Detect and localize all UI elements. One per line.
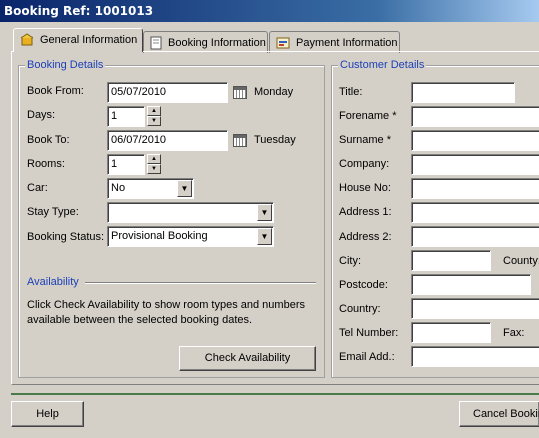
- days-label: Days:: [27, 109, 56, 121]
- spin-up-icon[interactable]: ▲: [147, 106, 161, 116]
- title-label: Title:: [339, 86, 363, 98]
- tab-payment-information[interactable]: Payment Information: [269, 31, 400, 53]
- fax-label: Fax:: [503, 327, 525, 339]
- address1-field[interactable]: [411, 202, 539, 223]
- city-label: City:: [339, 255, 361, 267]
- tel-number-label: Tel Number:: [339, 327, 399, 339]
- surname-field[interactable]: [411, 130, 539, 151]
- postcode-field[interactable]: [411, 274, 531, 295]
- book-to-label: Book To:: [27, 134, 70, 146]
- availability-divider: [85, 282, 316, 284]
- company-field[interactable]: [411, 154, 539, 175]
- booking-status-select[interactable]: Provisional Booking ▼: [107, 226, 274, 247]
- check-availability-button[interactable]: Check Availability: [179, 346, 316, 371]
- spin-up-icon[interactable]: ▲: [147, 154, 161, 164]
- dropdown-arrow-icon[interactable]: ▼: [257, 204, 272, 221]
- document-icon: [150, 36, 162, 50]
- book-from-field[interactable]: 05/07/2010: [107, 82, 228, 103]
- tab-booking-information[interactable]: Booking Information: [143, 31, 268, 53]
- book-to-day: Tuesday: [254, 134, 296, 146]
- house-no-label: House No:: [339, 182, 391, 194]
- address2-field[interactable]: [411, 226, 539, 247]
- calendar-icon[interactable]: [233, 134, 247, 147]
- dropdown-arrow-icon[interactable]: ▼: [177, 180, 192, 197]
- house-no-field[interactable]: [411, 178, 539, 199]
- calendar-icon[interactable]: [233, 86, 247, 99]
- postcode-label: Postcode:: [339, 279, 388, 291]
- booking-status-value: Provisional Booking: [111, 230, 208, 242]
- country-field[interactable]: [411, 298, 539, 319]
- cancel-booking-button[interactable]: Cancel Booking: [459, 401, 539, 427]
- book-from-day: Monday: [254, 86, 294, 98]
- rooms-field[interactable]: 1: [107, 154, 145, 175]
- tab-general-information[interactable]: General Information: [13, 28, 143, 52]
- spin-down-icon[interactable]: ▼: [147, 164, 161, 174]
- booking-details-title: Booking Details: [25, 59, 106, 71]
- spin-down-icon[interactable]: ▼: [147, 116, 161, 126]
- county-label: County:: [503, 255, 539, 267]
- footer-divider: [11, 393, 539, 395]
- stay-type-select[interactable]: ▼: [107, 202, 274, 223]
- address1-label: Address 1:: [339, 206, 392, 218]
- stay-type-label: Stay Type:: [27, 206, 79, 218]
- availability-title: Availability: [27, 276, 79, 288]
- booking-icon: [20, 33, 34, 46]
- availability-description: Click Check Availability to show room ty…: [27, 299, 305, 326]
- forename-field[interactable]: [411, 106, 539, 127]
- country-label: Country:: [339, 303, 381, 315]
- booking-status-label: Booking Status:: [27, 231, 105, 243]
- tel-number-field[interactable]: [411, 322, 491, 343]
- days-field[interactable]: 1: [107, 106, 145, 127]
- window-title: Booking Ref: 1001013: [4, 4, 154, 18]
- city-field[interactable]: [411, 250, 491, 271]
- customer-details-title: Customer Details: [338, 59, 427, 71]
- book-from-label: Book From:: [27, 85, 84, 97]
- payment-icon: [276, 37, 290, 49]
- company-label: Company:: [339, 158, 390, 170]
- address2-label: Address 2:: [339, 231, 392, 243]
- email-label: Email Add.:: [339, 351, 395, 363]
- email-field[interactable]: [411, 346, 539, 367]
- dropdown-arrow-icon[interactable]: ▼: [257, 228, 272, 245]
- forename-label: Forename *: [339, 110, 397, 122]
- days-stepper[interactable]: ▲ ▼: [147, 106, 161, 127]
- book-to-field[interactable]: 06/07/2010: [107, 130, 228, 151]
- car-value: No: [111, 182, 126, 194]
- car-label: Car:: [27, 182, 48, 194]
- title-bar: Booking Ref: 1001013: [0, 0, 539, 22]
- surname-label: Surname *: [339, 134, 391, 146]
- car-select[interactable]: No ▼: [107, 178, 194, 199]
- rooms-stepper[interactable]: ▲ ▼: [147, 154, 161, 175]
- rooms-label: Rooms:: [27, 158, 65, 170]
- help-button[interactable]: Help: [11, 401, 84, 427]
- title-field[interactable]: [411, 82, 515, 103]
